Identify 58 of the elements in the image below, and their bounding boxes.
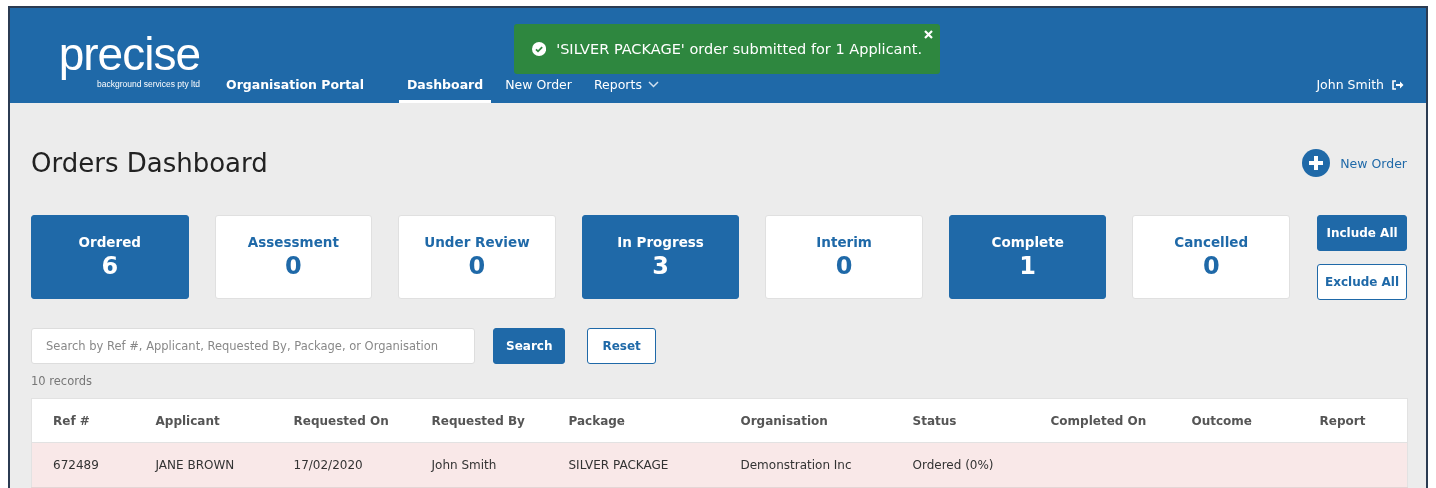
- table-cell: 672489: [31, 442, 135, 488]
- column-header: Report: [1298, 398, 1408, 443]
- user-menu[interactable]: John Smith: [1316, 77, 1404, 103]
- check-circle-icon: [532, 41, 547, 57]
- toast-message: 'SILVER PACKAGE' order submitted for 1 Applicant.: [556, 41, 922, 57]
- new-order-link[interactable]: New Order: [1302, 149, 1407, 177]
- page-title: Orders Dashboard: [31, 148, 268, 178]
- search-button[interactable]: Search: [493, 328, 566, 364]
- card-label: Interim: [816, 234, 872, 250]
- column-header: Completed On: [1029, 398, 1171, 443]
- status-card[interactable]: In Progress 3: [581, 215, 740, 299]
- column-header: Status: [891, 398, 1030, 443]
- table-cell: Ordered (0%): [891, 442, 1030, 488]
- chevron-down-icon: [647, 81, 659, 88]
- card-label: Under Review: [424, 234, 530, 250]
- status-card[interactable]: Assessment 0: [214, 215, 373, 299]
- table-row[interactable]: 672489 JANE BROWN 17/02/2020 John Smith SILVER PACKAGE Demonstration Inc Ordered (0%): [31, 442, 1408, 488]
- column-header: Outcome: [1170, 398, 1299, 443]
- nav-link[interactable]: Reports: [585, 77, 667, 103]
- reset-button[interactable]: Reset: [587, 328, 656, 364]
- table-cell: SILVER PACKAGE: [547, 442, 720, 488]
- column-header: Requested On: [272, 398, 411, 443]
- plus-circle-icon: [1302, 149, 1331, 177]
- card-count: 0: [285, 252, 302, 280]
- card-label: Ordered: [78, 234, 141, 250]
- status-card[interactable]: Cancelled 0: [1132, 215, 1291, 299]
- card-count: 0: [835, 252, 853, 280]
- portal-title[interactable]: Organisation Portal: [218, 77, 372, 103]
- card-count: 0: [1202, 252, 1220, 280]
- column-header: Applicant: [134, 398, 273, 443]
- search-field[interactable]: Search by Ref #, Applicant, Requested By, Package, or Organisation: [31, 328, 475, 364]
- status-card[interactable]: Complete 1: [948, 215, 1107, 299]
- card-count: 6: [101, 252, 119, 280]
- include-all-button[interactable]: Include All: [1317, 215, 1408, 251]
- column-header: Organisation: [719, 398, 892, 443]
- status-card[interactable]: Interim 0: [765, 215, 923, 299]
- card-count: 1: [1019, 252, 1037, 280]
- card-label: Complete: [991, 234, 1064, 250]
- table-cell: John Smith: [410, 442, 548, 488]
- status-card[interactable]: Ordered 6: [31, 215, 189, 299]
- logo-tagline: background services pty ltd: [97, 79, 200, 89]
- table-cell: Demonstration Inc: [719, 442, 892, 488]
- card-label: Assessment: [247, 234, 339, 250]
- column-header: Package: [547, 398, 720, 443]
- column-header: Ref #: [31, 398, 135, 443]
- table-cell: 17/02/2020: [272, 442, 411, 488]
- exclude-all-button[interactable]: Exclude All: [1317, 264, 1408, 300]
- record-count: 10 records: [31, 374, 93, 388]
- close-icon[interactable]: [924, 30, 933, 39]
- sign-out-icon: [1392, 79, 1404, 90]
- table-cell: JANE BROWN: [134, 442, 273, 488]
- column-header: Requested By: [410, 398, 548, 443]
- status-card[interactable]: Under Review 0: [398, 215, 556, 299]
- nav-link[interactable]: New Order: [497, 77, 580, 103]
- card-label: Cancelled: [1174, 234, 1249, 250]
- card-count: 3: [652, 252, 669, 280]
- card-label: In Progress: [617, 234, 704, 250]
- card-count: 0: [468, 252, 486, 280]
